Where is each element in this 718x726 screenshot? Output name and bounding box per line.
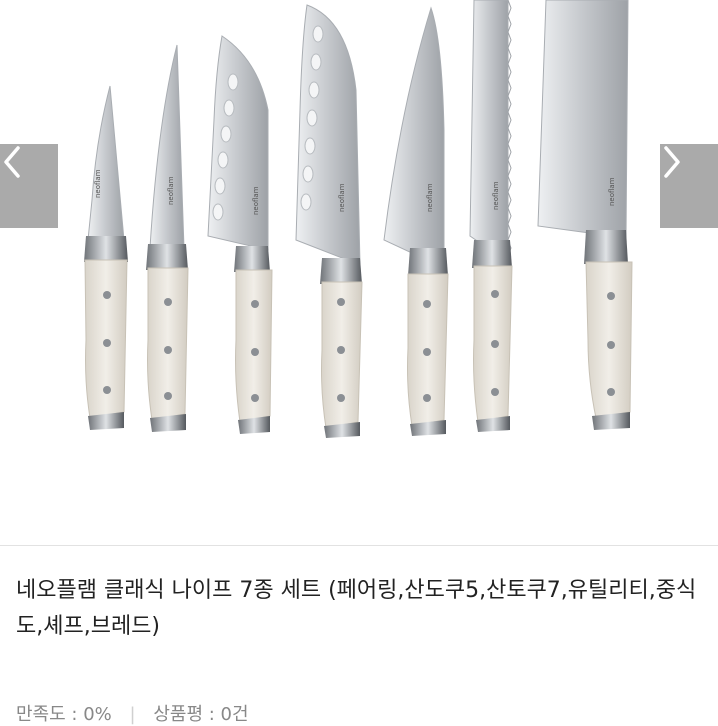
brand-mark: neoflam	[492, 181, 500, 210]
section-divider	[0, 545, 718, 546]
chef-knife: neoflam	[383, 6, 449, 436]
utility-knife: neoflam	[146, 44, 189, 432]
gallery-prev-button[interactable]	[0, 144, 58, 228]
product-image-gallery: neoflam neoflam neoflam neoflam neoflam …	[0, 0, 718, 545]
paring-knife: neoflam	[84, 85, 128, 430]
brand-mark: neoflam	[338, 183, 346, 212]
brand-mark: neoflam	[252, 186, 260, 215]
cleaver-knife: neoflam	[537, 0, 633, 430]
santoku-5-knife: neoflam	[207, 35, 273, 434]
bread-knife: neoflam	[469, 0, 513, 432]
knife-set-image: neoflam neoflam neoflam neoflam neoflam …	[84, 0, 633, 438]
brand-mark: neoflam	[94, 169, 102, 198]
santoku-7-knife: neoflam	[295, 4, 363, 438]
brand-mark: neoflam	[167, 176, 175, 205]
brand-mark: neoflam	[608, 177, 616, 206]
gallery-next-button[interactable]	[660, 144, 718, 228]
chevron-right-icon	[664, 146, 680, 178]
satisfaction-value: 0%	[83, 704, 112, 725]
reviews-label[interactable]: 상품평	[153, 704, 203, 725]
chevron-left-icon	[4, 146, 20, 178]
product-title: 네오플램 클래식 나이프 7종 세트 (페어링,산도쿠5,산토쿠7,유틸리티,중…	[16, 578, 697, 639]
satisfaction-label: 만족도	[16, 704, 66, 725]
reviews-value[interactable]: 0건	[221, 704, 249, 725]
stats-separator: |	[129, 704, 136, 725]
product-stats: 만족도 : 0% | 상품평 : 0건	[16, 704, 249, 725]
brand-mark: neoflam	[426, 183, 434, 212]
